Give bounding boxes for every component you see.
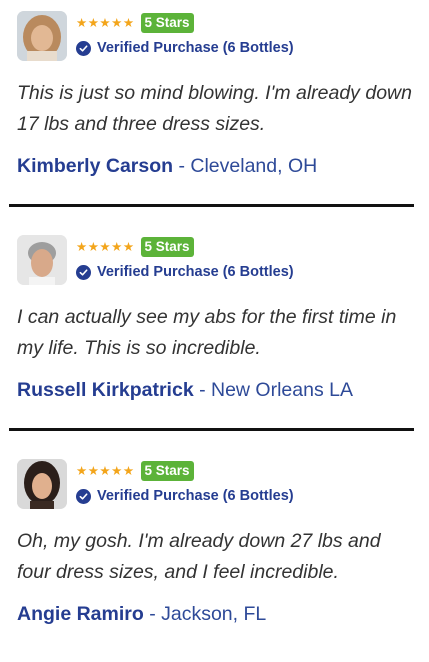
rating: ★★★★★ 5 Stars <box>76 461 194 481</box>
reviewer: Russell Kirkpatrick - New Orleans LA <box>17 377 353 403</box>
verified-check-icon <box>76 40 91 56</box>
avatar <box>17 11 67 61</box>
verified-check-icon <box>76 264 91 280</box>
review-quote: This is just so mind blowing. I'm alread… <box>17 82 412 135</box>
verified-label: Verified Purchase (6 Bottles) <box>97 264 294 280</box>
rating: ★★★★★ 5 Stars <box>76 13 194 33</box>
review-card: ★★★★★ 5 Stars Verified Purchase (6 Bottl… <box>0 224 429 438</box>
reviewer-name: Russell Kirkpatrick <box>17 379 194 401</box>
star-rating-icons: ★★★★★ <box>76 463 135 478</box>
reviewer: Angie Ramiro - Jackson, FL <box>17 601 266 627</box>
verified-purchase: Verified Purchase (6 Bottles) <box>76 486 294 506</box>
divider <box>9 204 414 207</box>
divider <box>9 428 414 431</box>
rating-badge: 5 Stars <box>140 237 194 257</box>
reviewer-location: - New Orleans LA <box>199 379 353 401</box>
avatar <box>17 235 67 285</box>
star-rating-icons: ★★★★★ <box>76 239 135 254</box>
star-rating-icons: ★★★★★ <box>76 15 135 30</box>
reviewer: Kimberly Carson - Cleveland, OH <box>17 153 317 179</box>
rating-badge: 5 Stars <box>140 461 194 481</box>
rating-badge: 5 Stars <box>140 13 194 33</box>
verified-purchase: Verified Purchase (6 Bottles) <box>76 38 294 58</box>
avatar <box>17 459 67 509</box>
review-card: ★★★★★ 5 Stars Verified Purchase (6 Bottl… <box>0 0 429 214</box>
review-card: ★★★★★ 5 Stars Verified Purchase (6 Bottl… <box>0 448 429 662</box>
review-quote: Oh, my gosh. I'm already down 27 lbs and… <box>17 530 381 583</box>
rating: ★★★★★ 5 Stars <box>76 237 194 257</box>
reviewer-name: Kimberly Carson <box>17 155 174 177</box>
reviewer-location: - Cleveland, OH <box>178 155 318 177</box>
review-quote: I can actually see my abs for the first … <box>17 306 397 359</box>
reviewer-name: Angie Ramiro <box>17 603 144 625</box>
verified-label: Verified Purchase (6 Bottles) <box>97 40 294 56</box>
verified-label: Verified Purchase (6 Bottles) <box>97 488 294 504</box>
reviewer-location: - Jackson, FL <box>149 603 267 625</box>
verified-check-icon <box>76 488 91 504</box>
verified-purchase: Verified Purchase (6 Bottles) <box>76 262 294 282</box>
